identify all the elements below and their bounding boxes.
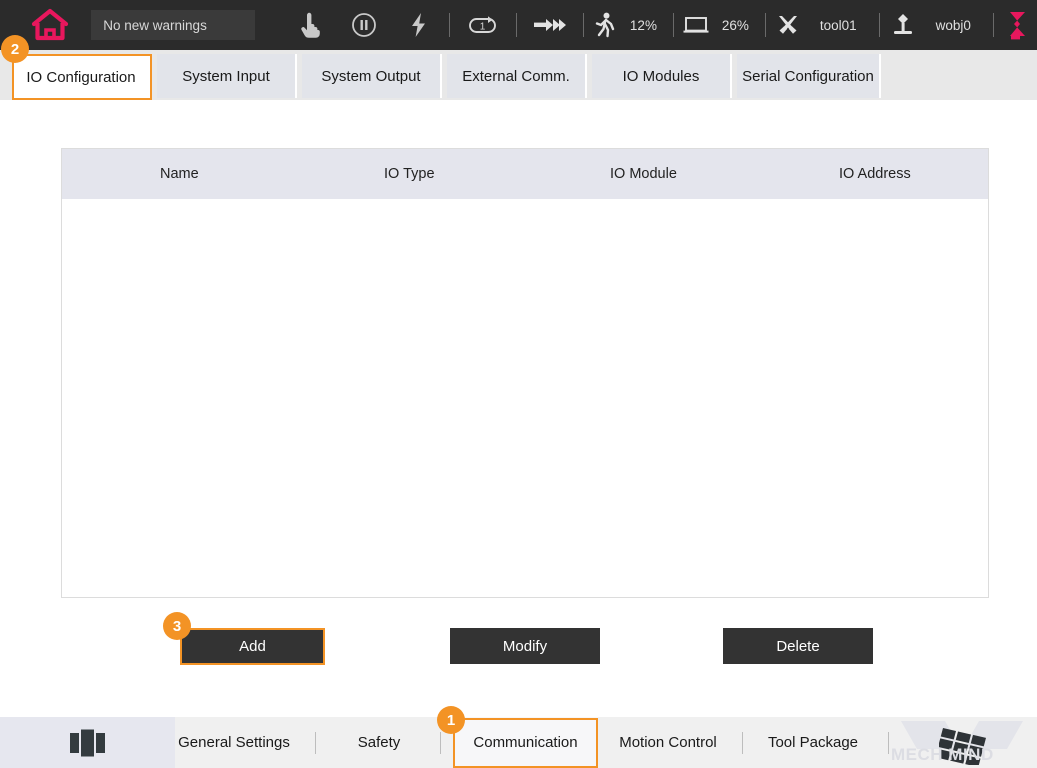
work-object-indicator[interactable]: wobj0 bbox=[884, 0, 971, 50]
toolbar-separator bbox=[449, 13, 451, 37]
bottom-nav-safety[interactable]: Safety bbox=[330, 717, 428, 768]
running-person-icon bbox=[595, 12, 615, 38]
modify-button[interactable]: Modify bbox=[450, 628, 600, 664]
bottom-nav-general-settings[interactable]: General Settings bbox=[160, 717, 308, 768]
toolbar-separator bbox=[878, 13, 880, 37]
workobject-icon bbox=[893, 14, 912, 34]
toolbar-separator bbox=[992, 13, 994, 37]
warning-message-text: No new warnings bbox=[103, 17, 207, 33]
home-icon bbox=[32, 8, 69, 41]
table-header-row: Name IO Type IO Module IO Address bbox=[62, 149, 988, 199]
hand-pointer-icon bbox=[301, 12, 320, 38]
toolbar-separator bbox=[582, 13, 584, 37]
pause-button[interactable] bbox=[337, 0, 391, 50]
jog-mode-button[interactable] bbox=[283, 0, 337, 50]
active-tool-indicator[interactable]: tool01 bbox=[770, 0, 857, 50]
monitor-icon bbox=[683, 17, 709, 33]
load-value: 26% bbox=[721, 17, 749, 33]
warning-message-box[interactable]: No new warnings bbox=[91, 10, 256, 40]
delete-button[interactable]: Delete bbox=[723, 628, 873, 664]
column-header-io-address: IO Address bbox=[839, 166, 911, 182]
bottom-navigation-bar: General Settings Safety Communication Motio… bbox=[0, 717, 1037, 768]
toolbar-separator bbox=[516, 13, 518, 37]
application-window: No new warnings 1 12% 26% tool01 wobj0 I… bbox=[0, 0, 1037, 768]
tab-io-configuration[interactable]: IO Configuration bbox=[12, 54, 152, 100]
column-header-name: Name bbox=[160, 166, 199, 182]
tab-io-modules[interactable]: IO Modules bbox=[592, 54, 732, 98]
bottom-nav-divider bbox=[888, 732, 889, 754]
add-button[interactable]: Add bbox=[180, 628, 325, 664]
speed-value: 12% bbox=[629, 17, 657, 33]
pause-circle-icon bbox=[352, 13, 377, 37]
toolbar-separator bbox=[672, 13, 674, 37]
io-configuration-table: Name IO Type IO Module IO Address bbox=[61, 148, 989, 598]
fast-forward-icon bbox=[534, 19, 567, 31]
tab-system-input[interactable]: System Input bbox=[157, 54, 297, 98]
column-header-io-module: IO Module bbox=[610, 166, 677, 182]
speed-indicator[interactable]: 12% bbox=[588, 0, 657, 50]
toolbar-separator bbox=[764, 13, 766, 37]
table-body-empty[interactable] bbox=[62, 199, 988, 597]
lightning-bolt-icon bbox=[411, 13, 425, 37]
loop-mode-button[interactable]: 1 bbox=[454, 0, 512, 50]
home-button[interactable] bbox=[24, 0, 76, 50]
top-toolbar: No new warnings 1 12% 26% tool01 wobj0 bbox=[0, 0, 1037, 50]
configuration-tab-bar: IO Configuration System Input System Outpu… bbox=[0, 50, 1037, 100]
column-header-io-type: IO Type bbox=[384, 166, 435, 182]
power-enable-button[interactable] bbox=[391, 0, 445, 50]
bottom-nav-tool-package[interactable]: Tool Package bbox=[748, 717, 878, 768]
work-object-value: wobj0 bbox=[935, 17, 971, 33]
bottom-nav-communication[interactable]: Communication bbox=[453, 717, 598, 768]
bottom-nav-motion-control[interactable]: Motion Control bbox=[600, 717, 736, 768]
bottom-nav-divider bbox=[440, 732, 441, 754]
step-forward-button[interactable] bbox=[521, 0, 579, 50]
panels-layout-icon bbox=[69, 729, 105, 756]
single-cycle-loop-icon: 1 bbox=[469, 16, 497, 33]
svg-text:1: 1 bbox=[480, 22, 486, 33]
tools-icon bbox=[778, 16, 797, 34]
tab-external-comm[interactable]: External Comm. bbox=[447, 54, 587, 98]
robot-status-button[interactable] bbox=[998, 0, 1037, 50]
tab-serial-configuration[interactable]: Serial Configuration bbox=[737, 54, 881, 98]
tab-system-output[interactable]: System Output bbox=[302, 54, 442, 98]
bottom-nav-divider bbox=[742, 732, 743, 754]
panels-menu-button[interactable] bbox=[0, 717, 175, 768]
robot-arm-icon bbox=[1010, 12, 1026, 40]
active-tool-value: tool01 bbox=[819, 17, 857, 33]
load-indicator[interactable]: 26% bbox=[678, 0, 749, 50]
bottom-nav-divider bbox=[315, 732, 316, 754]
